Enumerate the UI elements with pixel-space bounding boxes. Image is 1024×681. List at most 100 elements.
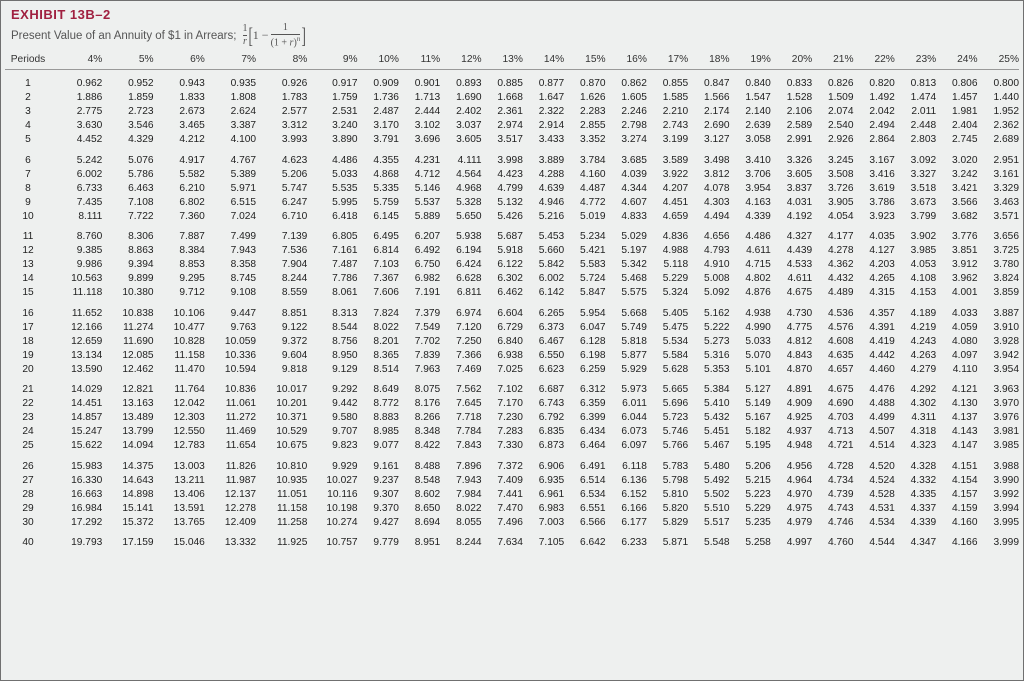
- value-cell: 4.486: [730, 223, 771, 244]
- value-cell: 7.718: [440, 411, 481, 425]
- value-cell: 13.211: [154, 473, 205, 487]
- value-cell: 9.370: [358, 501, 399, 515]
- value-cell: 5.229: [730, 501, 771, 515]
- value-cell: 4.100: [205, 133, 256, 147]
- value-cell: 10.477: [154, 320, 205, 334]
- value-cell: 8.694: [399, 515, 440, 529]
- value-cell: 7.943: [205, 244, 256, 258]
- value-cell: 4.739: [812, 487, 853, 501]
- value-cell: 16.984: [51, 501, 102, 515]
- value-cell: 5.273: [688, 334, 729, 348]
- value-cell: 2.743: [647, 119, 688, 133]
- value-cell: 7.984: [440, 487, 481, 501]
- value-cell: 3.954: [978, 362, 1020, 376]
- subtitle-text: Present Value of an Annuity of $1 in Arr…: [11, 30, 236, 42]
- value-cell: 4.489: [812, 286, 853, 300]
- value-cell: 0.943: [154, 70, 205, 91]
- value-cell: 4.212: [154, 133, 205, 147]
- value-cell: 8.348: [399, 425, 440, 439]
- value-cell: 3.329: [978, 181, 1020, 195]
- value-cell: 3.312: [256, 119, 307, 133]
- value-cell: 7.191: [399, 286, 440, 300]
- value-cell: 3.498: [688, 147, 729, 168]
- value-cell: 3.993: [256, 133, 307, 147]
- period-cell: 6: [5, 147, 51, 168]
- period-cell: 2: [5, 91, 51, 105]
- value-cell: 3.902: [895, 223, 936, 244]
- value-cell: 8.313: [307, 300, 357, 321]
- value-cell: 7.409: [482, 473, 523, 487]
- value-cell: 5.162: [688, 300, 729, 321]
- value-cell: 4.775: [771, 320, 812, 334]
- value-cell: 7.230: [482, 411, 523, 425]
- value-cell: 3.240: [307, 119, 357, 133]
- value-cell: 7.496: [482, 515, 523, 529]
- value-cell: 4.154: [936, 473, 977, 487]
- value-cell: 6.805: [307, 223, 357, 244]
- rate-header: 8%: [256, 50, 307, 70]
- value-cell: 4.151: [936, 453, 977, 474]
- value-cell: 10.371: [256, 411, 307, 425]
- value-cell: 8.201: [358, 334, 399, 348]
- value-cell: 8.266: [399, 411, 440, 425]
- value-cell: 6.464: [564, 439, 605, 453]
- period-cell: 16: [5, 300, 51, 321]
- value-cell: 3.992: [978, 487, 1020, 501]
- value-cell: 5.229: [647, 272, 688, 286]
- value-cell: 4.357: [854, 300, 895, 321]
- value-cell: 6.623: [523, 362, 564, 376]
- value-cell: 6.198: [564, 348, 605, 362]
- periods-header: Periods: [5, 50, 51, 70]
- value-cell: 4.486: [307, 147, 357, 168]
- value-cell: 2.540: [812, 119, 853, 133]
- value-cell: 5.335: [358, 181, 399, 195]
- value-cell: 8.985: [358, 425, 399, 439]
- value-cell: 12.659: [51, 334, 102, 348]
- value-cell: 8.602: [399, 487, 440, 501]
- value-cell: 4.207: [647, 181, 688, 195]
- value-cell: 4.035: [854, 223, 895, 244]
- value-cell: 3.416: [854, 167, 895, 181]
- value-cell: 4.332: [895, 473, 936, 487]
- value-cell: 4.487: [564, 181, 605, 195]
- value-cell: 11.118: [51, 286, 102, 300]
- value-cell: 11.652: [51, 300, 102, 321]
- rate-header: 21%: [812, 50, 853, 70]
- value-cell: 6.399: [564, 411, 605, 425]
- value-cell: 4.329: [102, 133, 153, 147]
- value-cell: 3.274: [606, 133, 647, 147]
- value-cell: 3.954: [730, 181, 771, 195]
- value-cell: 5.167: [730, 411, 771, 425]
- value-cell: 6.194: [440, 244, 481, 258]
- value-cell: 4.611: [730, 244, 771, 258]
- value-cell: 7.330: [482, 439, 523, 453]
- value-cell: 8.772: [358, 397, 399, 411]
- value-cell: 4.452: [51, 133, 102, 147]
- period-cell: 27: [5, 473, 51, 487]
- annuity-table: Periods 4%5%6%7%8%9%10%11%12%13%14%15%16…: [5, 50, 1019, 550]
- value-cell: 3.976: [978, 411, 1020, 425]
- value-cell: 5.798: [647, 473, 688, 487]
- value-cell: 6.210: [154, 181, 205, 195]
- value-cell: 12.278: [205, 501, 256, 515]
- value-cell: 4.690: [812, 397, 853, 411]
- value-cell: 13.591: [154, 501, 205, 515]
- value-cell: 5.584: [647, 348, 688, 362]
- value-cell: 3.605: [440, 133, 481, 147]
- value-cell: 4.080: [936, 334, 977, 348]
- value-cell: 5.410: [688, 397, 729, 411]
- period-cell: 22: [5, 397, 51, 411]
- table-row: 2114.02912.82111.76410.83610.0179.2928.6…: [5, 376, 1019, 397]
- value-cell: 1.566: [688, 91, 729, 105]
- value-cell: 11.764: [154, 376, 205, 397]
- value-cell: 7.360: [154, 209, 205, 223]
- value-cell: 2.448: [895, 119, 936, 133]
- value-cell: 8.951: [399, 529, 440, 550]
- value-cell: 3.630: [51, 119, 102, 133]
- value-cell: 5.668: [606, 300, 647, 321]
- rate-header: 23%: [895, 50, 936, 70]
- value-cell: 4.355: [358, 147, 399, 168]
- value-cell: 4.799: [482, 181, 523, 195]
- value-cell: 8.022: [440, 501, 481, 515]
- value-cell: 6.750: [399, 258, 440, 272]
